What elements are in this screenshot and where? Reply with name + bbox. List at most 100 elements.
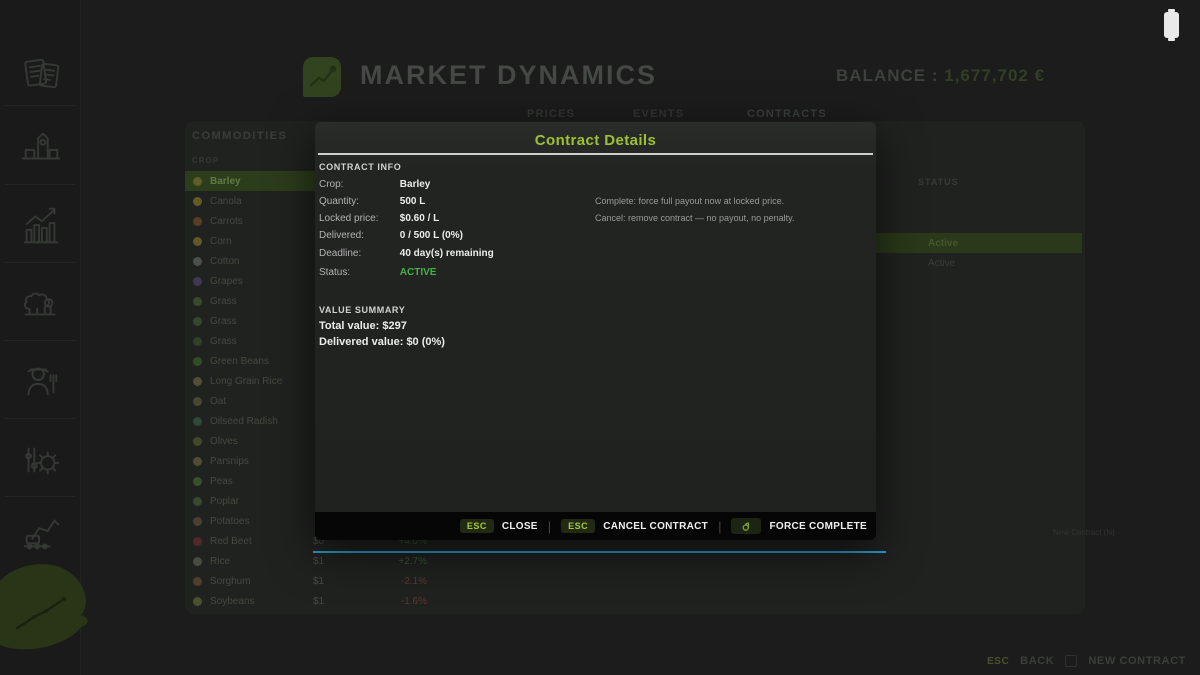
selection-underline [313,551,886,553]
commodity-name: Rice [210,556,313,567]
status-value: ACTIVE [400,267,437,278]
commodity-name: Corn [210,236,313,247]
farmer-icon[interactable] [18,358,64,404]
commodity-name: Grass [210,316,313,327]
status-column-header: STATUS [918,177,959,187]
field-label: Locked price: [319,213,397,224]
construction-icon[interactable] [18,508,64,554]
animals-icon[interactable] [18,278,64,324]
commodity-icon [193,397,202,406]
commodity-change: -1.6% [349,596,433,607]
summary-label: Total value: [319,320,379,332]
rail-divider [5,184,75,185]
field-quantity: Quantity: 500 L [319,196,425,207]
crop-column-header: CROP [192,156,219,165]
button-divider: | [548,519,551,534]
commodity-icon [193,497,202,506]
documents-icon[interactable] [18,50,64,96]
close-label: CLOSE [502,521,538,532]
field-status: Status: ACTIVE [319,267,436,278]
title-divider [318,153,873,155]
rail-divider [5,105,75,106]
commodity-icon [193,257,202,266]
contract-details-modal: Contract Details CONTRACT INFO Crop: Bar… [315,122,876,540]
commodity-row[interactable]: Soybeans $1 -1.6% [185,591,433,611]
commodity-icon [193,417,202,426]
summary-value: $0 (0%) [406,336,445,348]
commodity-name: Carrots [210,216,313,227]
commodity-icon [193,457,202,466]
commodity-row[interactable]: Sorghum $1 -2.1% [185,571,433,591]
force-complete-label: FORCE COMPLETE [769,521,867,532]
commodity-name: Olives [210,436,313,447]
summary-value: $297 [382,320,406,332]
complete-help-text: Complete: force full payout now at locke… [595,196,865,206]
field-deadline: Deadline: 40 day(s) remaining [319,248,494,259]
field-label: Deadline: [319,248,397,259]
commodity-name: Grass [210,336,313,347]
commodity-icon [193,237,202,246]
field-label: Delivered: [319,230,397,241]
commodity-icon [193,557,202,566]
field-value: Barley [400,179,431,190]
mod-logo-icon [0,563,96,663]
esc-key-badge: ESC [460,519,494,533]
commodity-name: Long Grain Rice [210,376,313,387]
field-value: 0 / 500 L (0%) [400,230,463,241]
field-label: Crop: [319,179,397,190]
field-crop: Crop: Barley [319,179,430,190]
balance-value: 1,677,702 € [944,66,1045,85]
new-contract-key-icon [1065,655,1077,667]
commodity-icon [193,337,202,346]
close-button[interactable]: ESC CLOSE [460,519,538,533]
commodity-icon [193,317,202,326]
field-label: Quantity: [319,196,397,207]
commodity-row[interactable]: Rice $1 +2.7% [185,551,433,571]
field-locked-price: Locked price: $0.60 / L [319,213,439,224]
cancel-contract-button[interactable]: ESC CANCEL CONTRACT [561,519,708,533]
commodity-change: -2.1% [349,576,433,587]
commodity-name: Peas [210,476,313,487]
commodity-icon [193,297,202,306]
settings-icon[interactable] [18,437,64,483]
commodity-name: Poplar [210,496,313,507]
back-button[interactable]: BACK [1020,655,1054,667]
commodity-icon [193,537,202,546]
commodity-icon [193,177,202,186]
commodity-name: Canola [210,196,313,207]
commodity-name: Parsnips [210,456,313,467]
new-contract-button[interactable]: NEW CONTRACT [1088,655,1186,667]
commodity-icon [193,577,202,586]
tab-prices[interactable]: PRICES [527,108,575,120]
field-label: Status: [319,267,397,278]
statistics-icon[interactable] [18,203,64,249]
esc-key-badge: ESC [561,519,595,533]
balance: BALANCE : 1,677,702 € [836,66,1045,86]
commodity-icon [193,197,202,206]
tab-events[interactable]: EVENTS [633,108,684,120]
tab-contracts[interactable]: CONTRACTS [747,108,827,120]
page-title: MARKET DYNAMICS [360,60,657,91]
commodity-change: +2.7% [349,556,433,567]
value-summary-section-header: VALUE SUMMARY [319,305,405,315]
commodity-name: Sorghum [210,576,313,587]
balance-label: BALANCE : [836,66,939,85]
force-complete-button[interactable]: FORCE COMPLETE [731,518,867,534]
back-key-badge: ESC [987,656,1009,667]
commodities-title: COMMODITIES [192,130,287,142]
commodity-icon [193,217,202,226]
commodity-icon [193,477,202,486]
modal-title: Contract Details [315,132,876,149]
commodity-name: Grapes [210,276,313,287]
commodity-name: Barley [210,176,313,187]
rail-divider [5,340,75,341]
commodity-icon [193,437,202,446]
contract-status-cell: Active [928,238,958,249]
commodity-icon [193,597,202,606]
rail-divider [5,418,75,419]
production-icon[interactable] [18,124,64,170]
screen: MARKET DYNAMICS BALANCE : 1,677,702 € PR… [0,0,1200,675]
battery-icon [1164,12,1179,38]
field-value: $0.60 / L [400,213,439,224]
delivered-value-row: Delivered value: $0 (0%) [319,336,445,348]
